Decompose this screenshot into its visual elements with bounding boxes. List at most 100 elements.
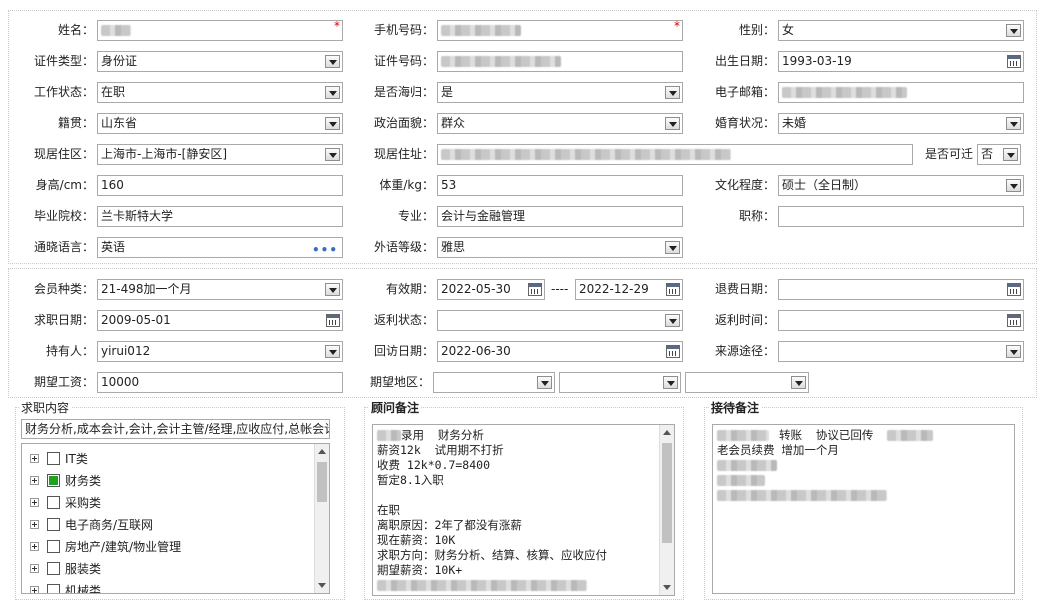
category-checkbox[interactable] (47, 540, 60, 553)
refund-date-field[interactable] (778, 279, 1024, 300)
chevron-down-icon[interactable] (665, 241, 680, 254)
work-status-select[interactable]: 在职 (97, 82, 343, 103)
valid-to-field[interactable]: 2022-12-29 (575, 279, 683, 300)
expand-icon[interactable] (30, 542, 39, 551)
chevron-down-icon[interactable] (537, 376, 552, 389)
calendar-icon[interactable] (1007, 55, 1021, 68)
chevron-down-icon[interactable] (663, 376, 678, 389)
source-select[interactable] (778, 341, 1024, 362)
area-province-select[interactable] (433, 372, 555, 393)
tree-item[interactable]: IT类 (30, 448, 88, 468)
category-checkbox[interactable] (47, 584, 60, 593)
expand-icon[interactable] (30, 476, 39, 485)
chevron-down-icon[interactable] (325, 148, 340, 161)
tree-scrollbar[interactable] (314, 444, 329, 593)
chevron-down-icon[interactable] (325, 86, 340, 99)
job-category-tree[interactable]: IT类 财务类 采购类 电子商务/互联网 房地产/建筑/物业管理 服装类机械类 (21, 443, 330, 594)
job-content-summary-field[interactable]: 财务分析,成本会计,会计,会计主管/经理,应收应付,总帐会计 (21, 419, 330, 439)
job-date-field[interactable]: 2009-05-01 (97, 310, 343, 331)
area-district-select[interactable] (685, 372, 809, 393)
visit-date-field[interactable]: 2022-06-30 (437, 341, 683, 362)
phone-field[interactable]: * (437, 20, 683, 41)
rebate-time-field[interactable] (778, 310, 1024, 331)
expand-icon[interactable] (30, 498, 39, 507)
marital-select[interactable]: 未婚 (778, 113, 1024, 134)
tree-item[interactable]: 服装类 (30, 558, 101, 578)
tree-item[interactable]: 财务类 (30, 470, 101, 490)
chevron-down-icon[interactable] (325, 55, 340, 68)
chevron-down-icon[interactable] (325, 345, 340, 358)
language-level-select[interactable]: 雅思 (437, 237, 683, 258)
chevron-down-icon[interactable] (665, 86, 680, 99)
birth-date-field[interactable]: 1993-03-19 (778, 51, 1024, 72)
scroll-up-icon[interactable] (663, 430, 671, 435)
chevron-down-icon[interactable] (1006, 24, 1021, 37)
major-value: 会计与金融管理 (441, 209, 526, 223)
chevron-down-icon[interactable] (791, 376, 806, 389)
height-field[interactable]: 160 (97, 175, 343, 196)
chevron-down-icon[interactable] (325, 283, 340, 296)
email-field[interactable] (778, 82, 1024, 103)
calendar-icon[interactable] (528, 283, 542, 296)
education-select[interactable]: 硕士（全日制） (778, 175, 1024, 196)
chevron-down-icon[interactable] (325, 117, 340, 130)
advisor-note-textarea[interactable]: 录用 财务分析 薪资12k 试用期不打折 收费 12k*0.7=8400 暂定8.1入… (372, 424, 675, 596)
tree-item[interactable]: 电子商务/互联网 (30, 514, 153, 534)
category-checkbox[interactable] (47, 562, 60, 575)
member-type-select[interactable]: 21-498加一个月 (97, 279, 343, 300)
returnee-select[interactable]: 是 (437, 82, 683, 103)
scroll-thumb[interactable] (662, 443, 672, 543)
category-checkbox[interactable] (47, 474, 60, 487)
id-type-select[interactable]: 身份证 (97, 51, 343, 72)
relocate-select[interactable]: 否 (977, 144, 1021, 165)
calendar-icon[interactable] (1007, 314, 1021, 327)
scroll-up-icon[interactable] (318, 449, 326, 454)
region-select[interactable]: 上海市-上海市-[静安区] (97, 144, 343, 165)
weight-field[interactable]: 53 (437, 175, 683, 196)
name-field[interactable]: * (97, 20, 343, 41)
calendar-icon[interactable] (666, 345, 680, 358)
address-field[interactable] (437, 144, 913, 165)
gender-select[interactable]: 女 (778, 20, 1024, 41)
holder-select[interactable]: yirui012 (97, 341, 343, 362)
rebate-status-select[interactable] (437, 310, 683, 331)
salary-field[interactable]: 10000 (97, 372, 343, 393)
title-field[interactable] (778, 206, 1024, 227)
scroll-thumb[interactable] (317, 462, 327, 502)
tree-item[interactable]: 采购类 (30, 492, 101, 512)
chevron-down-icon[interactable] (1006, 117, 1021, 130)
chevron-down-icon[interactable] (1006, 345, 1021, 358)
calendar-icon[interactable] (1007, 283, 1021, 296)
school-field[interactable]: 兰卡斯特大学 (97, 206, 343, 227)
tree-item[interactable]: 机械类 (30, 580, 101, 593)
expand-icon[interactable] (30, 564, 39, 573)
id-number-field[interactable] (437, 51, 683, 72)
advisor-scrollbar[interactable] (659, 425, 674, 595)
refund-date-label: 退费日期： (714, 282, 775, 296)
chevron-down-icon[interactable] (1006, 179, 1021, 192)
expand-icon[interactable] (30, 520, 39, 529)
chevron-down-icon[interactable] (665, 117, 680, 130)
category-checkbox[interactable] (47, 452, 60, 465)
area-label: 期望地区： (369, 375, 430, 389)
area-city-select[interactable] (559, 372, 681, 393)
language-field[interactable]: 英语 ••• (97, 237, 343, 258)
expand-icon[interactable] (30, 586, 39, 593)
reception-note-textarea[interactable]: 转账 协议已回传 老会员续费 增加一个月 (712, 424, 1015, 594)
valid-from-field[interactable]: 2022-05-30 (437, 279, 545, 300)
expand-icon[interactable] (30, 454, 39, 463)
major-field[interactable]: 会计与金融管理 (437, 206, 683, 227)
calendar-icon[interactable] (326, 314, 340, 327)
reception-note-content: 转账 协议已回传 老会员续费 增加一个月 (717, 428, 934, 503)
chevron-down-icon[interactable] (665, 314, 680, 327)
politics-select[interactable]: 群众 (437, 113, 683, 134)
scroll-down-icon[interactable] (663, 585, 671, 590)
chevron-down-icon[interactable] (1003, 148, 1018, 161)
tree-item[interactable]: 房地产/建筑/物业管理 (30, 536, 181, 556)
native-place-select[interactable]: 山东省 (97, 113, 343, 134)
calendar-icon[interactable] (666, 283, 680, 296)
category-checkbox[interactable] (47, 496, 60, 509)
scroll-down-icon[interactable] (318, 583, 326, 588)
more-icon[interactable]: ••• (312, 241, 338, 257)
category-checkbox[interactable] (47, 518, 60, 531)
